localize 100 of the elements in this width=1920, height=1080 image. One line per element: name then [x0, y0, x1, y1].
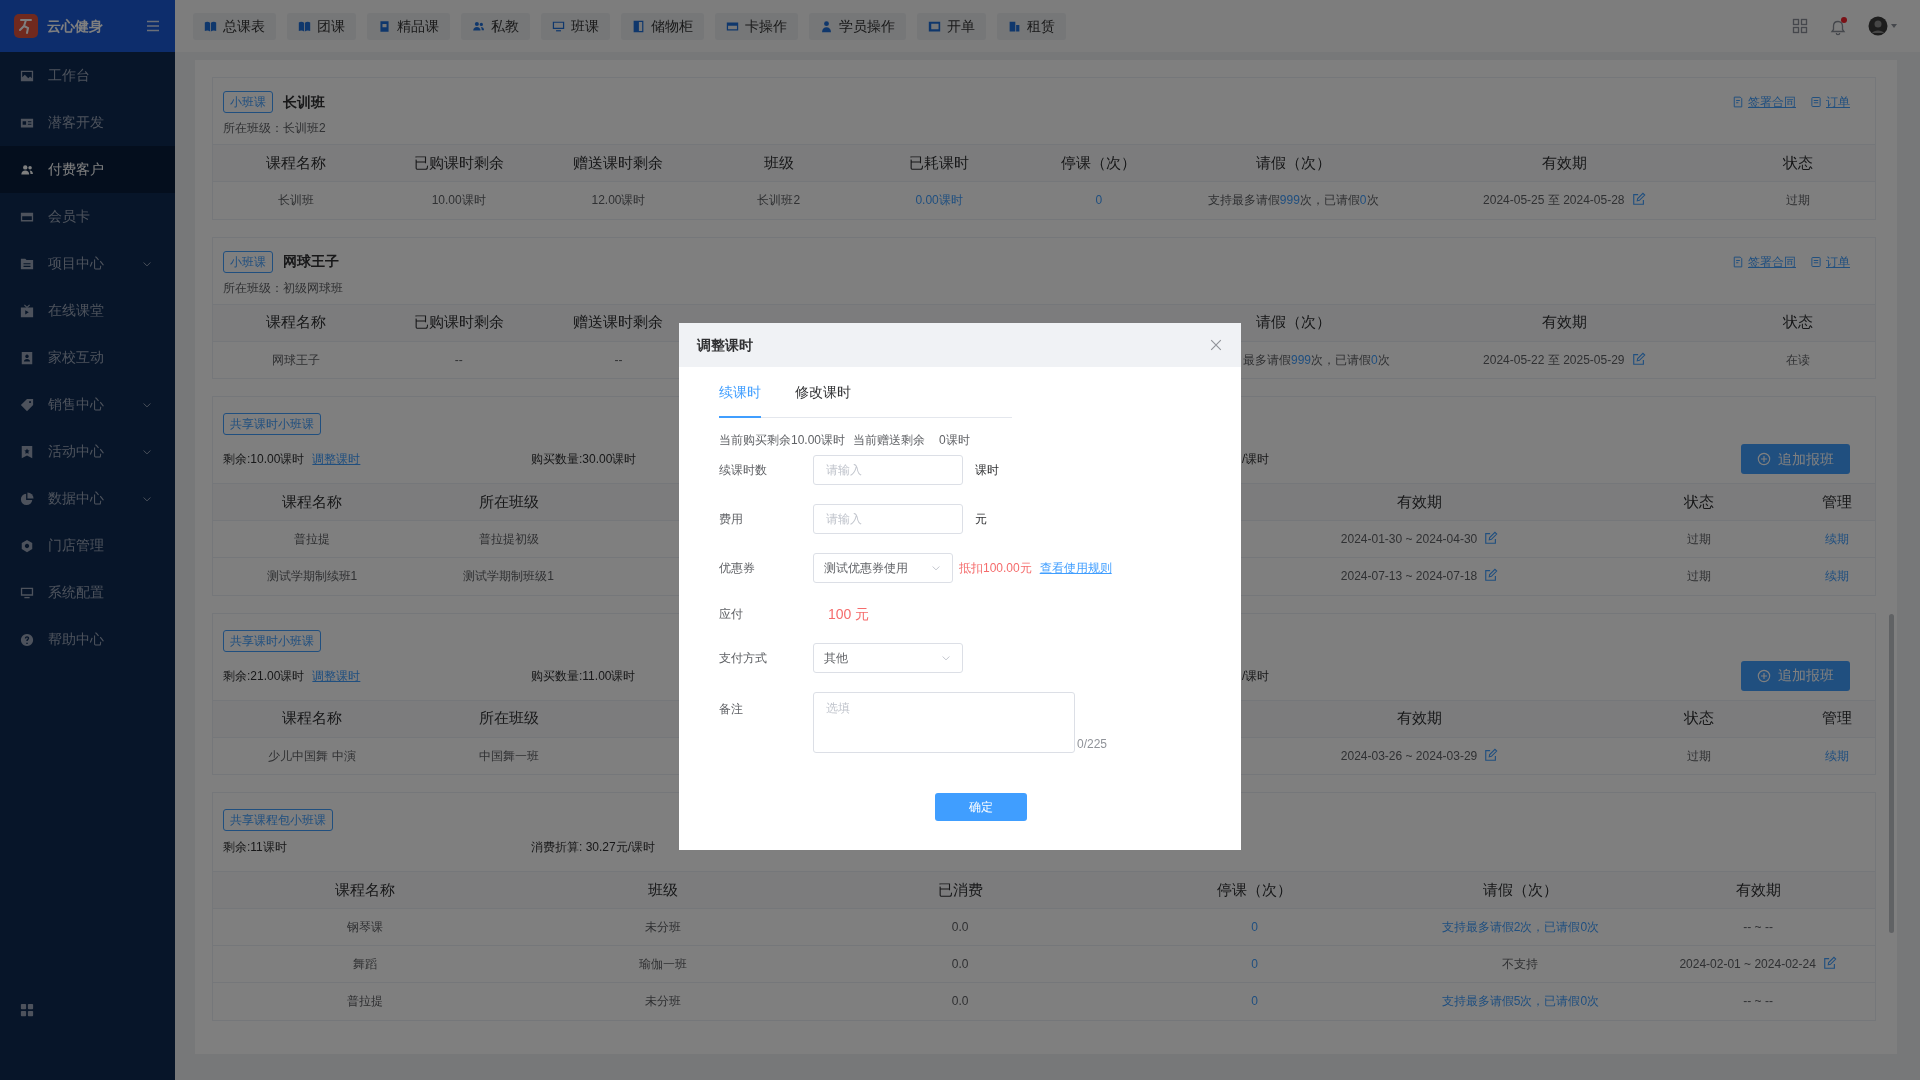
- column-header: 状态: [1721, 144, 1875, 182]
- nav-button[interactable]: 开单: [917, 12, 986, 40]
- tab[interactable]: 修改课时: [795, 375, 851, 418]
- select-field[interactable]: 测试优惠券使用: [813, 553, 953, 583]
- action-link[interactable]: 签署合同: [1732, 252, 1796, 271]
- sidebar-item[interactable]: 数据中心: [0, 475, 175, 522]
- purchased-hours: 购买数量:11.00课时: [531, 667, 637, 685]
- input-field[interactable]: 请输入: [813, 455, 963, 485]
- column-header: 班级: [516, 871, 811, 909]
- bookmark-icon: [20, 444, 34, 459]
- nav-button[interactable]: 卡操作: [715, 12, 798, 40]
- sidebar-item[interactable]: 付费客户: [0, 146, 175, 193]
- sidebar-item[interactable]: 家校互动: [0, 334, 175, 381]
- field-label: 应付: [719, 606, 744, 623]
- close-icon[interactable]: [1209, 338, 1223, 352]
- sidebar-item[interactable]: 在线课堂: [0, 287, 175, 334]
- add-class-button[interactable]: 追加报班: [1741, 660, 1850, 691]
- add-class-button[interactable]: 追加报班: [1741, 444, 1850, 474]
- rate-text: /课时: [1242, 668, 1270, 683]
- nav-button[interactable]: 班课: [541, 12, 610, 40]
- sidebar-item[interactable]: 系统配置: [0, 569, 175, 616]
- table-cell-text: -- ~ --: [1743, 994, 1773, 1009]
- edit-icon[interactable]: [1484, 568, 1499, 583]
- sidebar-item[interactable]: 会员卡: [0, 193, 175, 240]
- action-link[interactable]: 订单: [1810, 93, 1850, 111]
- char-counter: 0/225: [1077, 736, 1108, 753]
- sidebar-item[interactable]: 帮助中心: [0, 616, 175, 663]
- nav-button[interactable]: 精品课: [367, 12, 450, 40]
- sidebar-item[interactable]: 门店管理: [0, 522, 175, 569]
- column-header: 状态: [1721, 304, 1875, 341]
- table-link[interactable]: 续期: [1825, 569, 1850, 584]
- edit-icon[interactable]: [1484, 747, 1499, 762]
- table-cell-text: 钢琴课: [346, 920, 383, 934]
- date-range: 2024-05-25 至 2024-05-28: [1483, 193, 1625, 208]
- table-link[interactable]: 续期: [1825, 532, 1850, 546]
- table-link[interactable]: 0: [1251, 994, 1259, 1009]
- tab[interactable]: 续课时: [719, 375, 761, 418]
- remaining-hours: 剩余:21.00课时: [223, 667, 305, 685]
- adjust-hours-link[interactable]: 调整课时: [312, 450, 361, 468]
- nav-button[interactable]: 学员操作: [809, 12, 906, 40]
- nav-button[interactable]: 团课: [287, 12, 356, 40]
- column-header: 课程名称: [213, 144, 379, 182]
- table-link[interactable]: 0: [1251, 957, 1259, 971]
- rules-link[interactable]: 查看使用规则: [1039, 559, 1112, 577]
- nav-button[interactable]: 私教: [461, 12, 530, 40]
- table-link[interactable]: 0: [1251, 920, 1259, 934]
- column-header: 课程名称: [213, 304, 379, 341]
- course-type-tag: 共享课时小班课: [223, 413, 321, 435]
- action-link[interactable]: 订单: [1810, 252, 1850, 271]
- date-range: 2024-02-01 ~ 2024-02-24: [1679, 957, 1816, 971]
- edit-icon[interactable]: [1822, 956, 1837, 970]
- course-type-tag: 共享课时小班课: [223, 629, 321, 652]
- notification-bell[interactable]: [1830, 18, 1846, 34]
- field-label: 优惠券: [719, 560, 756, 577]
- nav-button[interactable]: 租赁: [997, 12, 1066, 40]
- table-cell-text: 过期: [1687, 532, 1712, 546]
- adjust-hours-link[interactable]: 调整课时: [312, 666, 361, 685]
- column-header: 赠送课时剩余: [538, 144, 699, 182]
- sidebar-item[interactable]: 工作台: [0, 52, 175, 99]
- screen-icon: [928, 19, 941, 33]
- card-icon: [726, 19, 739, 33]
- edit-icon[interactable]: [1484, 531, 1499, 545]
- document-icon: [1810, 255, 1822, 268]
- table-link[interactable]: 续期: [1825, 748, 1850, 763]
- edit-icon[interactable]: [1631, 192, 1646, 207]
- course-title: 网球王子: [283, 252, 339, 271]
- remark-field[interactable]: 选填: [813, 692, 1075, 753]
- sidebar-item[interactable]: 活动中心: [0, 428, 175, 475]
- table-link[interactable]: 支持最多请假2次，已请假0次: [1441, 920, 1600, 934]
- table-cell-text: 长训班2: [757, 193, 801, 208]
- sidebar-item[interactable]: 销售中心: [0, 381, 175, 428]
- table-link[interactable]: 0.00课时: [915, 193, 963, 208]
- date-range: 2024-01-30 ~ 2024-04-30: [1340, 532, 1478, 546]
- select-field[interactable]: 其他: [813, 643, 963, 673]
- person-icon: [820, 19, 833, 33]
- input-field[interactable]: 请输入: [813, 504, 963, 534]
- column-header: 管理: [1799, 700, 1875, 737]
- scrollbar[interactable]: [1889, 614, 1894, 933]
- book-icon: [204, 19, 217, 33]
- cabinet-icon: [632, 19, 645, 33]
- table-link[interactable]: 支持最多请假5次，已请假0次: [1441, 994, 1600, 1009]
- nav-button[interactable]: 总课表: [193, 12, 276, 40]
- sidebar-item[interactable]: 潜客开发: [0, 99, 175, 146]
- column-header: 课程名称: [213, 483, 411, 521]
- field-label: 费用: [719, 511, 744, 528]
- confirm-button[interactable]: 确定: [935, 793, 1027, 821]
- action-link[interactable]: 签署合同: [1732, 93, 1796, 111]
- column-header: 请假（次）: [1399, 871, 1642, 909]
- help-icon: [20, 632, 34, 647]
- table-link[interactable]: 0: [1095, 193, 1103, 208]
- table-cell-text: 少儿中国舞 中演: [268, 748, 356, 763]
- nav-button[interactable]: 储物柜: [621, 12, 704, 40]
- course-type-tag: 小班课: [223, 250, 273, 273]
- app-name: 云心健身: [47, 16, 103, 36]
- contact-card-icon: [20, 350, 34, 365]
- column-header: 班级: [698, 144, 860, 182]
- sidebar-item[interactable]: 项目中心: [0, 240, 175, 287]
- edit-icon[interactable]: [1631, 351, 1646, 366]
- column-header: 已消费: [810, 871, 1110, 909]
- avatar-menu[interactable]: [1868, 16, 1898, 36]
